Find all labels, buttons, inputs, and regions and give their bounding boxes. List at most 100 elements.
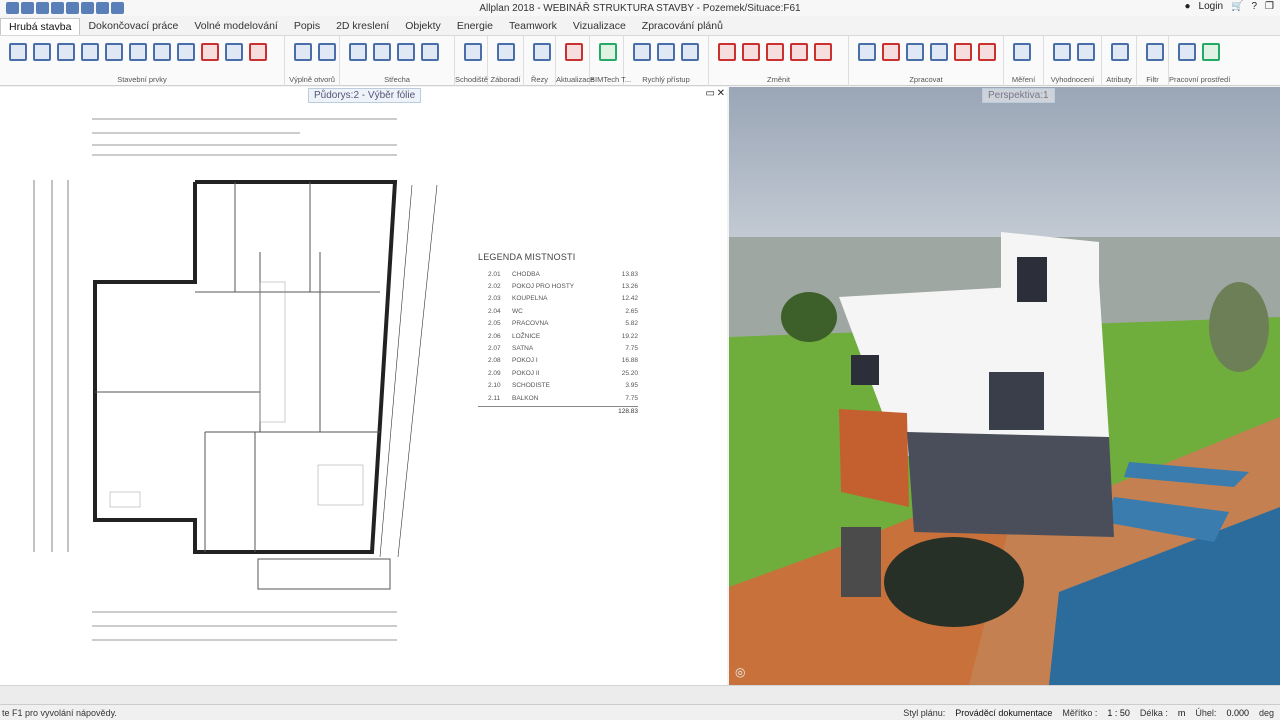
- update-icon[interactable]: [562, 40, 583, 62]
- tab-hruba-stavba[interactable]: Hrubá stavba: [0, 18, 81, 35]
- roof-tile-icon[interactable]: [418, 40, 439, 62]
- ribbon-group-zmenit: Změnit: [709, 36, 849, 86]
- group-label: Pracovní prostředí: [1169, 75, 1231, 84]
- perspective-viewport[interactable]: Perspektiva:1 ◎: [729, 87, 1280, 685]
- beam-icon[interactable]: [78, 40, 99, 62]
- legend-row: 2.10 SCHODISTE 3.95: [488, 382, 638, 390]
- foundation-icon[interactable]: [102, 40, 123, 62]
- line-icon[interactable]: [630, 40, 651, 62]
- ribbon-group-strecha: Střecha: [340, 36, 455, 86]
- roof-icon[interactable]: [346, 40, 367, 62]
- help-icon[interactable]: ?: [1251, 1, 1257, 12]
- ribbon-group-rezy: Řezy: [524, 36, 556, 86]
- surface-icon[interactable]: [222, 40, 243, 62]
- cart-icon[interactable]: 🛒: [1231, 1, 1243, 12]
- ribbon-group-schodiste: Schodiště: [455, 36, 488, 86]
- tab-objekty[interactable]: Objekty: [397, 18, 449, 35]
- column-icon[interactable]: [54, 40, 75, 62]
- status-bar: te F1 pro vyvolání nápovědy. Styl plánu:…: [0, 704, 1280, 720]
- legend-icon[interactable]: [1074, 40, 1095, 62]
- door-icon[interactable]: [291, 40, 312, 62]
- ribbon-group-filtr: Filtr: [1137, 36, 1169, 86]
- tab-dokoncovaci-prace[interactable]: Dokončovací práce: [80, 18, 186, 35]
- section-icon[interactable]: [530, 40, 551, 62]
- lintel-icon[interactable]: [126, 40, 147, 62]
- tab-teamwork[interactable]: Teamwork: [501, 18, 565, 35]
- delete-element-icon[interactable]: [246, 40, 267, 62]
- title-bar: Allplan 2018 - WEBINÁŘ STRUKTURA STAVBY …: [0, 0, 1280, 16]
- filter-icon[interactable]: [1143, 40, 1164, 62]
- group-label: Zpracovat: [909, 75, 943, 84]
- tab-zpracovani-planu[interactable]: Zpracování plánů: [634, 18, 731, 35]
- group-label: Aktualizace: [556, 75, 595, 84]
- erase-icon[interactable]: [715, 40, 736, 62]
- restore-window-icon[interactable]: ❐: [1265, 1, 1274, 12]
- ribbon-group-pracovni-prostredi: Pracovní prostředí: [1169, 36, 1231, 86]
- room-icon[interactable]: [198, 40, 219, 62]
- trim-icon[interactable]: [879, 40, 900, 62]
- angle-label: Úhel:: [1195, 707, 1217, 718]
- ribbon-group-rychly-pristup: Rychlý přístup: [624, 36, 709, 86]
- railing-icon[interactable]: [494, 40, 515, 62]
- horizontal-scroll-area[interactable]: [0, 685, 1280, 704]
- copy-elements-icon[interactable]: [855, 40, 876, 62]
- tab-2d-kresleni[interactable]: 2D kreslení: [328, 18, 397, 35]
- length-value[interactable]: m: [1178, 708, 1186, 718]
- tab-vizualizace[interactable]: Vizualizace: [565, 18, 634, 35]
- ribbon-tabs: Hrubá stavba Dokončovací práce Volné mod…: [0, 18, 1280, 36]
- group-label: Stavební prvky: [117, 75, 167, 84]
- delete-icon[interactable]: [975, 40, 996, 62]
- tab-popis[interactable]: Popis: [286, 18, 328, 35]
- roof-plane-icon[interactable]: [370, 40, 391, 62]
- stair-icon[interactable]: [461, 40, 482, 62]
- bimtech-icon[interactable]: [596, 40, 617, 62]
- rafter-icon[interactable]: [394, 40, 415, 62]
- user-icon[interactable]: ●: [1185, 1, 1191, 12]
- group-label: Schodiště: [455, 75, 488, 84]
- ribbon-group-bimtech: BIMTech T...: [590, 36, 631, 86]
- workspace-icon[interactable]: [1175, 40, 1196, 62]
- scale-value[interactable]: 1 : 50: [1107, 708, 1130, 718]
- group-label: Vyhodnocení: [1050, 75, 1095, 84]
- angle-unit[interactable]: deg: [1259, 708, 1274, 718]
- stretch-icon[interactable]: [787, 40, 808, 62]
- measure-icon[interactable]: [1010, 40, 1031, 62]
- tab-energie[interactable]: Energie: [449, 18, 501, 35]
- wall-icon[interactable]: [6, 40, 27, 62]
- scale-icon[interactable]: [951, 40, 972, 62]
- window-icon[interactable]: [315, 40, 336, 62]
- opening-icon[interactable]: [150, 40, 171, 62]
- report-icon[interactable]: [1050, 40, 1071, 62]
- navigation-icon[interactable]: ◎: [735, 665, 745, 679]
- room-legend: LEGENDA MISTNOSTI 2.01 CHODBA 13.83 2.02 PO…: [478, 252, 638, 415]
- group-label: Rychlý přístup: [642, 75, 690, 84]
- group-label: Měření: [1011, 75, 1036, 84]
- extend-icon[interactable]: [903, 40, 924, 62]
- grid-icon[interactable]: [174, 40, 195, 62]
- text-icon[interactable]: [654, 40, 675, 62]
- legend-row: 2.11 BALKON 7.75: [488, 394, 638, 402]
- legend-row: 2.03 KOUPELNA 12.42: [488, 295, 638, 303]
- floor-plan-viewport[interactable]: Půdorys:2 - Výběr fólie ▭ ✕ LEGENDA MIST…: [0, 87, 727, 685]
- group-label: Střecha: [384, 75, 410, 84]
- ribbon-group-stavebni-prvky: Stavební prvky: [0, 36, 285, 86]
- layout-icon[interactable]: [1199, 40, 1220, 62]
- mirror-icon[interactable]: [927, 40, 948, 62]
- ribbon-group-mereni: Měření: [1004, 36, 1044, 86]
- angle-value[interactable]: 0.000: [1226, 708, 1249, 718]
- attributes-icon[interactable]: [1108, 40, 1129, 62]
- move-icon[interactable]: [739, 40, 760, 62]
- ribbon-group-zaboradi: Záboradí: [488, 36, 524, 86]
- slab-icon[interactable]: [30, 40, 51, 62]
- rotate-icon[interactable]: [763, 40, 784, 62]
- login-link[interactable]: Login: [1199, 1, 1223, 12]
- window-title: Allplan 2018 - WEBINÁŘ STRUKTURA STAVBY …: [479, 2, 801, 14]
- status-help: te F1 pro vyvolání nápovědy.: [2, 707, 117, 718]
- group-label: Řezy: [530, 75, 549, 84]
- legend-row: 2.08 POKOJ I 16.88: [488, 357, 638, 365]
- ribbon: Stavební prvky Výplně otvorů Střecha Sch…: [0, 36, 1280, 86]
- offset-icon[interactable]: [811, 40, 832, 62]
- plan-style-value[interactable]: Prováděcí dokumentace: [955, 708, 1052, 718]
- dimension-icon[interactable]: [678, 40, 699, 62]
- tab-volne-modelovani[interactable]: Volné modelování: [186, 18, 285, 35]
